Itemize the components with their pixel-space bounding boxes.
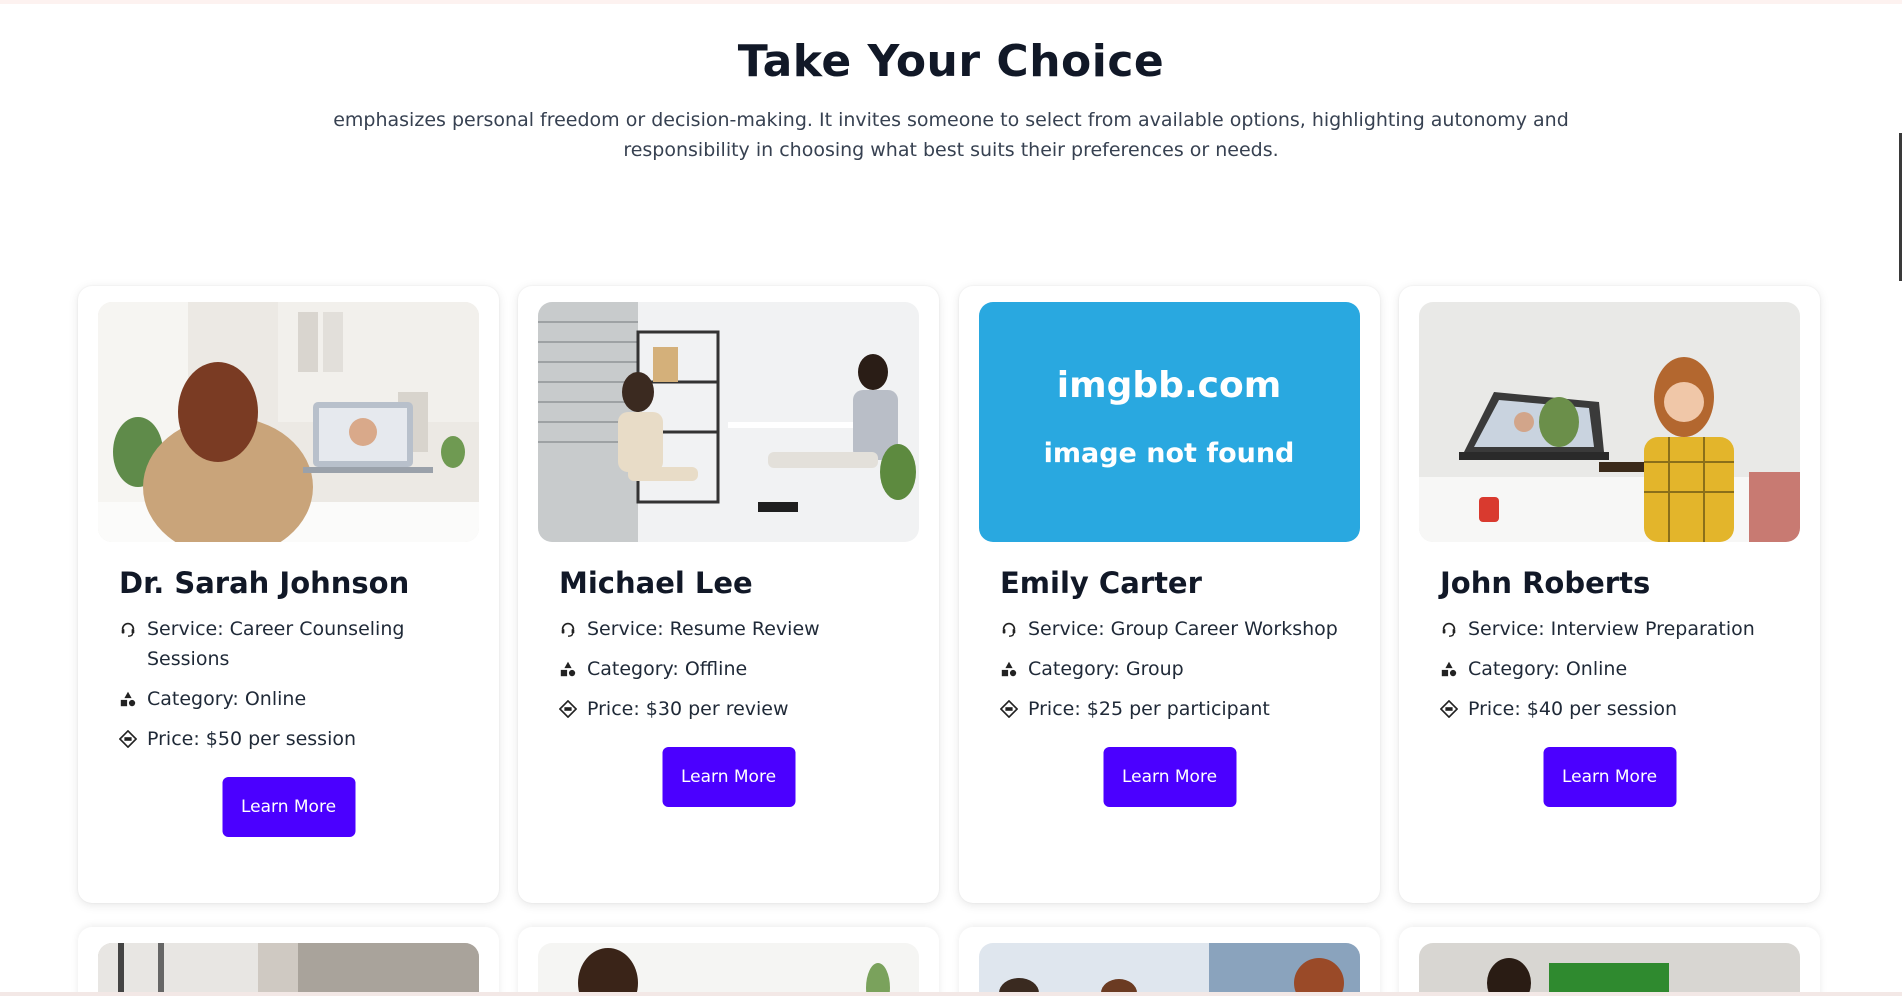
price-text: Price: $50 per session [147, 728, 357, 750]
headset-icon [559, 614, 587, 644]
service-card: imgbb.com image not found Emily Carter S… [959, 286, 1380, 903]
price-text: Price: $30 per review [587, 698, 789, 720]
headset-icon [119, 614, 147, 644]
service-card: John Roberts Service: Interview Preparat… [1399, 286, 1820, 903]
learn-more-button[interactable]: Learn More [1103, 747, 1236, 807]
category-row: Category: Offline [559, 654, 899, 684]
shapes-icon [119, 684, 147, 714]
section-title: Take Your Choice [737, 36, 1165, 87]
category-row: Category: Online [1440, 654, 1780, 684]
price-row: Price: $40 per session [1440, 694, 1780, 724]
card-image [538, 943, 919, 996]
price-tag-icon [1440, 694, 1468, 724]
service-card: Dr. Sarah Johnson Service: Career Counse… [78, 286, 499, 903]
card-image [98, 302, 479, 542]
card-info-list: Service: Career Counseling Sessions Cate… [119, 614, 459, 764]
image-error-subtext: image not found [1044, 438, 1295, 469]
card-image [1419, 302, 1800, 542]
headset-icon [1000, 614, 1028, 644]
headset-icon [1440, 614, 1468, 644]
price-tag-icon [1000, 694, 1028, 724]
card-info-list: Service: Group Career Workshop Category:… [1000, 614, 1340, 734]
top-strip [0, 0, 1902, 4]
category-row: Category: Group [1000, 654, 1340, 684]
price-row: Price: $25 per participant [1000, 694, 1340, 724]
price-text: Price: $25 per participant [1028, 698, 1270, 720]
price-row: Price: $30 per review [559, 694, 899, 724]
price-tag-icon [559, 694, 587, 724]
card-image [98, 943, 479, 996]
card-image: imgbb.com image not found [979, 302, 1360, 542]
service-text: Service: Resume Review [587, 618, 820, 640]
service-card [518, 927, 939, 996]
card-image [979, 943, 1360, 996]
category-row: Category: Online [119, 684, 459, 714]
service-row: Service: Resume Review [559, 614, 899, 644]
card-info-list: Service: Resume Review Category: Offline… [559, 614, 899, 734]
card-name: Michael Lee [559, 566, 753, 600]
service-row: Service: Career Counseling Sessions [119, 614, 459, 674]
price-row: Price: $50 per session [119, 724, 459, 754]
category-text: Category: Online [1468, 658, 1628, 680]
shapes-icon [1440, 654, 1468, 684]
service-card [78, 927, 499, 996]
shapes-icon [1000, 654, 1028, 684]
card-image [1419, 943, 1800, 996]
category-text: Category: Online [147, 688, 307, 710]
service-text: Service: Group Career Workshop [1028, 618, 1338, 640]
service-text: Service: Career Counseling Sessions [147, 618, 405, 670]
service-row: Service: Group Career Workshop [1000, 614, 1340, 644]
card-info-list: Service: Interview Preparation Category:… [1440, 614, 1780, 734]
price-text: Price: $40 per session [1468, 698, 1678, 720]
shapes-icon [559, 654, 587, 684]
card-name: Dr. Sarah Johnson [119, 566, 410, 600]
card-name: John Roberts [1440, 566, 1651, 600]
service-card [1399, 927, 1820, 996]
service-text: Service: Interview Preparation [1468, 618, 1755, 640]
card-name: Emily Carter [1000, 566, 1202, 600]
service-row: Service: Interview Preparation [1440, 614, 1780, 644]
section-subtitle: emphasizes personal freedom or decision-… [333, 109, 1569, 161]
service-card: Michael Lee Service: Resume Review Categ… [518, 286, 939, 903]
learn-more-button[interactable]: Learn More [1543, 747, 1676, 807]
image-error-text: imgbb.com [1057, 365, 1281, 406]
category-text: Category: Group [1028, 658, 1184, 680]
card-image [538, 302, 919, 542]
service-card [959, 927, 1380, 996]
learn-more-button[interactable]: Learn More [662, 747, 795, 807]
learn-more-button[interactable]: Learn More [222, 777, 355, 837]
price-tag-icon [119, 724, 147, 754]
bottom-divider [0, 992, 1902, 996]
category-text: Category: Offline [587, 658, 748, 680]
